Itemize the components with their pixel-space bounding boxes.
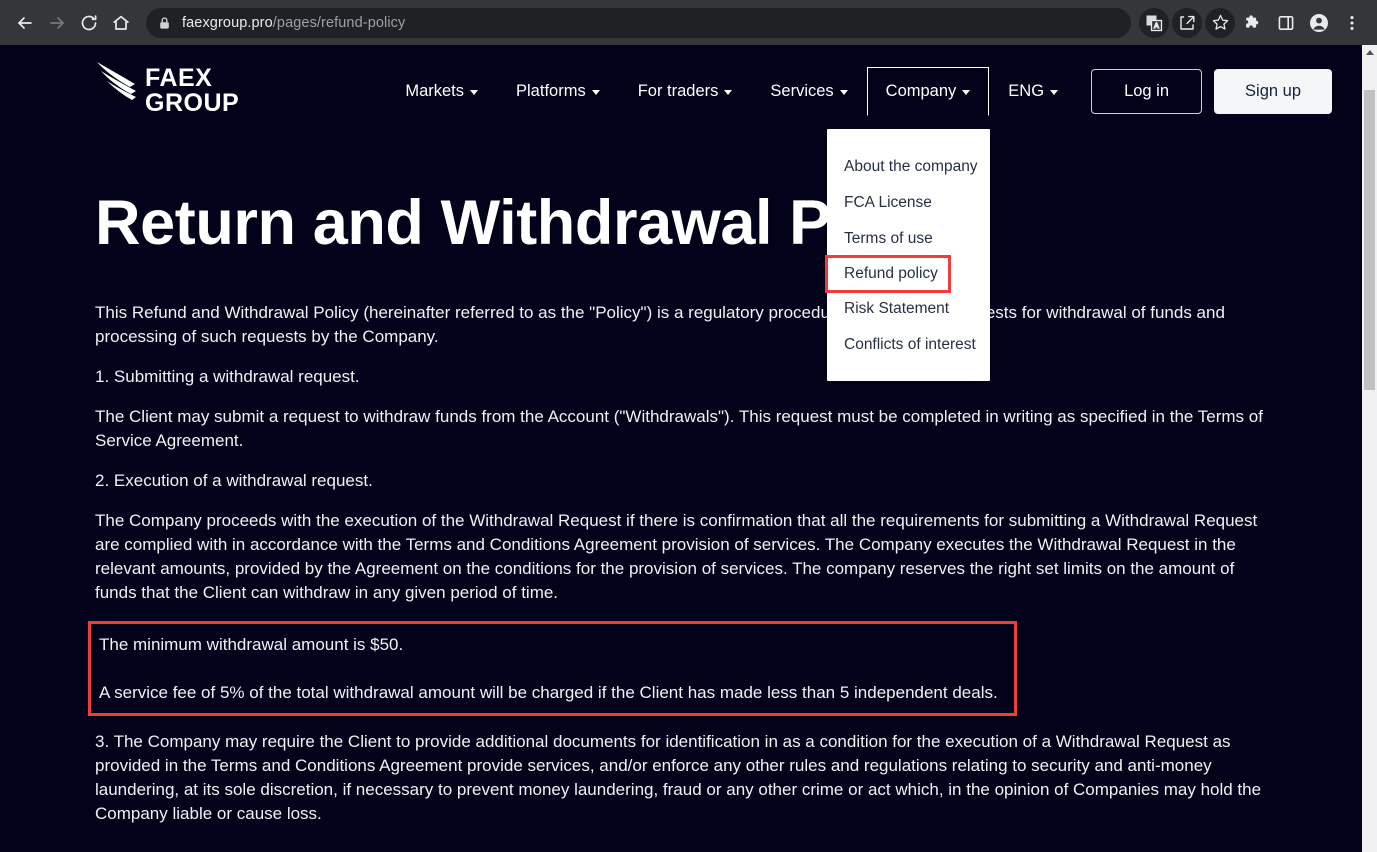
dropdown-item-about-the-company[interactable]: About the company: [827, 149, 990, 185]
dropdown-item-conflicts-of-interest[interactable]: Conflicts of interest: [827, 327, 990, 363]
svg-text:A: A: [1154, 23, 1159, 30]
paragraph-section-1-body: The Client may submit a request to withd…: [95, 407, 1263, 450]
main-navigation: Markets Platforms For traders Services C…: [386, 66, 1077, 116]
chevron-down-icon: [1050, 89, 1059, 95]
paragraph-section-2-heading: 2. Execution of a withdrawal request.: [95, 471, 373, 490]
company-dropdown-menu: About the company FCA License Terms of u…: [825, 129, 990, 381]
logo-line-1: FAEX: [145, 64, 213, 92]
nav-item-language[interactable]: ENG: [989, 67, 1077, 116]
extensions-puzzle-icon[interactable]: [1238, 8, 1268, 38]
back-button[interactable]: [10, 8, 40, 38]
nav-item-platforms[interactable]: Platforms: [497, 67, 619, 116]
nav-label: Company: [885, 81, 957, 100]
url-text: faexgroup.pro/pages/refund-policy: [182, 15, 405, 31]
nav-label: For traders: [637, 81, 719, 100]
nav-item-for-traders[interactable]: For traders: [619, 67, 752, 116]
side-panel-icon[interactable]: [1271, 8, 1301, 38]
paragraph-intro: This Refund and Withdrawal Policy (herei…: [95, 303, 1225, 346]
page-title: Return and Withdrawal Policy: [95, 188, 973, 258]
website-page: FAEX GROUP Markets Platforms For traders: [0, 45, 1362, 852]
nav-item-services[interactable]: Services: [751, 67, 866, 116]
highlighted-terms-box: The minimum withdrawal amount is $50. A …: [88, 621, 1017, 716]
chevron-down-icon: [962, 89, 971, 95]
page-content: Return and Withdrawal Policy This Refund…: [0, 189, 1362, 826]
site-logo-text: FAEX GROUP: [145, 66, 239, 116]
nav-label: Platforms: [516, 81, 586, 100]
url-host: faexgroup.pro: [182, 14, 273, 31]
site-logo[interactable]: FAEX GROUP: [95, 61, 239, 116]
nav-item-company[interactable]: Company: [866, 66, 990, 116]
chevron-down-icon: [470, 89, 479, 95]
minimum-withdrawal-text: The minimum withdrawal amount is $50.: [99, 635, 404, 654]
home-button[interactable]: [106, 8, 136, 38]
logo-line-2: GROUP: [145, 89, 240, 117]
nav-label: ENG: [1008, 81, 1045, 100]
site-header: FAEX GROUP Markets Platforms For traders: [0, 45, 1362, 137]
share-icon[interactable]: [1172, 7, 1202, 38]
address-bar[interactable]: faexgroup.pro/pages/refund-policy: [146, 7, 1131, 38]
translate-icon[interactable]: A: [1139, 7, 1169, 38]
lock-icon: [158, 16, 171, 30]
service-fee-text: A service fee of 5% of the total withdra…: [99, 683, 998, 702]
chevron-down-icon: [839, 89, 848, 95]
paragraph-section-2-body: The Company proceeds with the execution …: [95, 511, 1258, 602]
dropdown-item-terms-of-use[interactable]: Terms of use: [827, 221, 990, 257]
nav-label: Services: [770, 81, 834, 100]
login-button[interactable]: Log in: [1091, 68, 1203, 114]
bookmark-star-icon[interactable]: [1205, 7, 1235, 38]
signup-button[interactable]: Sign up: [1214, 68, 1332, 114]
chevron-down-icon: [724, 89, 733, 95]
nav-item-markets[interactable]: Markets: [386, 67, 497, 116]
dropdown-item-risk-statement[interactable]: Risk Statement: [827, 291, 990, 327]
scrollbar-thumb[interactable]: [1364, 90, 1375, 390]
paragraph-section-3: 3. The Company may require the Client to…: [95, 732, 1262, 823]
chevron-down-icon: [591, 89, 600, 95]
reload-button[interactable]: [74, 8, 104, 38]
three-dot-menu-icon[interactable]: [1337, 8, 1367, 38]
url-path: /pages/refund-policy: [272, 14, 406, 31]
browser-action-icons: A: [1139, 7, 1367, 38]
page-viewport: FAEX GROUP Markets Platforms For traders: [0, 45, 1377, 852]
dropdown-item-refund-policy[interactable]: Refund policy: [825, 255, 951, 293]
page-scrollbar[interactable]: [1362, 45, 1377, 852]
nav-label: Markets: [405, 81, 465, 100]
paragraph-section-1-heading: 1. Submitting a withdrawal request.: [95, 367, 360, 386]
profile-avatar-icon[interactable]: [1304, 8, 1334, 38]
scroll-up-arrow-icon[interactable]: [1362, 45, 1377, 60]
auth-buttons: Log in Sign up: [1091, 68, 1332, 114]
browser-toolbar: faexgroup.pro/pages/refund-policy A: [0, 0, 1377, 45]
forward-button[interactable]: [42, 8, 72, 38]
dropdown-item-fca-license[interactable]: FCA License: [827, 185, 990, 221]
